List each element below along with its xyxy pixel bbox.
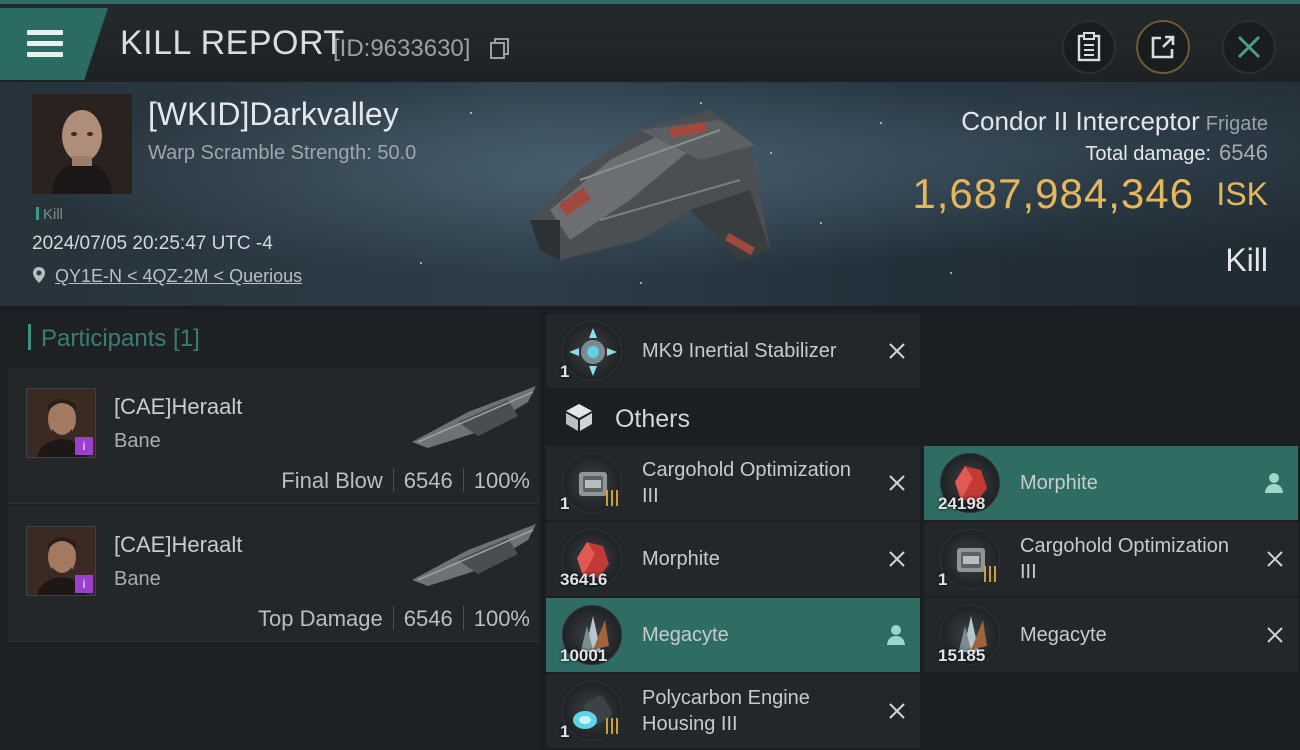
item-quantity: 10001 — [560, 646, 608, 665]
clipboard-button[interactable] — [1062, 20, 1116, 74]
dropped-person-icon — [1265, 473, 1283, 493]
participant-row[interactable]: i [CAE]Heraalt Bane Top Damage 6546 100% — [8, 506, 540, 642]
report-id: [ID:9633630] — [333, 35, 471, 62]
items-panel: 1 MK9 Inertial Stabilizer Others 1 Cargo… — [544, 310, 1300, 750]
item-quantity: 1 — [560, 494, 570, 513]
corp-badge: i — [75, 575, 93, 593]
destroyed-x-icon — [889, 703, 905, 719]
participant-ship-image — [412, 386, 536, 448]
item-quantity: 1 — [560, 722, 570, 741]
participants-panel: Participants [1] i [CAE]Heraalt Bane Fin… — [0, 310, 540, 750]
clipboard-icon — [1077, 32, 1101, 62]
participant-ship-image — [412, 524, 536, 586]
destroyed-x-icon — [889, 475, 905, 491]
item-quantity: 24198 — [938, 494, 986, 513]
warp-scramble-strength: Warp Scramble Strength: 50.0 — [148, 142, 417, 164]
share-button[interactable] — [1136, 20, 1190, 74]
participant-portrait[interactable]: i — [26, 388, 96, 458]
menu-icon — [27, 30, 63, 35]
participant-row[interactable]: i [CAE]Heraalt Bane Final Blow 6546 100% — [8, 368, 540, 504]
item-quantity: 1 — [560, 362, 570, 381]
participant-role: Final Blow — [281, 468, 383, 493]
item-name: Cargohold Optimization III — [1020, 535, 1229, 583]
kill-tag: Kill — [36, 206, 63, 223]
victim-banner: [WKID]Darkvalley Warp Scramble Strength:… — [0, 82, 1300, 306]
item-name: Morphite — [642, 548, 720, 570]
location-link[interactable]: QY1E-N < 4QZ-2M < Querious — [55, 266, 302, 286]
destroyed-x-icon — [1267, 551, 1283, 567]
item-quantity: 15185 — [938, 646, 986, 665]
item-row[interactable]: 24198 Morphite — [924, 446, 1298, 520]
participant-stats: Top Damage 6546 100% — [258, 606, 530, 632]
victim-ship[interactable]: Condor II Interceptor Frigate — [961, 106, 1268, 137]
item-quantity: 36416 — [560, 570, 608, 589]
corp-badge: i — [75, 437, 93, 455]
item-name: Morphite — [1020, 472, 1098, 494]
participant-damage: 6546 — [403, 606, 453, 631]
kill-result: Kill — [1225, 242, 1268, 278]
destroyed-x-icon — [889, 551, 905, 567]
item-row[interactable]: 1 Cargohold Optimization III — [924, 522, 1298, 596]
tier-3-icon — [984, 566, 996, 582]
kill-location[interactable]: QY1E-N < 4QZ-2M < Querious — [32, 266, 302, 287]
location-pin-icon — [33, 267, 45, 283]
participant-ship: Bane — [114, 568, 161, 590]
item-row[interactable]: 15185 Megacyte — [924, 598, 1298, 672]
others-section-header: Others — [564, 402, 690, 434]
participant-damage: 6546 — [403, 468, 453, 493]
victim-portrait[interactable] — [32, 94, 132, 194]
item-row[interactable]: 1 MK9 Inertial Stabilizer — [546, 314, 920, 388]
isk-value: 1,687,984,346 — [912, 170, 1194, 217]
inertial-stabilizer-icon — [562, 321, 622, 381]
item-name: Polycarbon Engine Housing III — [642, 687, 810, 735]
menu-button[interactable] — [0, 8, 108, 80]
top-bar: KILL REPORT [ID:9633630] — [0, 0, 1300, 82]
participant-percent: 100% — [473, 606, 530, 631]
cube-icon — [566, 404, 592, 431]
victim-name[interactable]: [WKID]Darkvalley — [148, 96, 399, 133]
pilot-avatar-icon — [32, 94, 132, 194]
participant-ship: Bane — [114, 430, 161, 452]
item-name: MK9 Inertial Stabilizer — [642, 340, 837, 362]
copy-icon[interactable] — [490, 38, 510, 60]
participant-portrait[interactable]: i — [26, 526, 96, 596]
participant-role: Top Damage — [258, 606, 383, 631]
item-row[interactable]: 1 Cargohold Optimization III — [546, 446, 920, 520]
participants-header: Participants [1] — [28, 324, 200, 353]
tier-3-icon — [606, 490, 618, 506]
item-quantity: 1 — [938, 570, 948, 589]
close-icon — [1237, 35, 1261, 59]
tier-3-icon — [606, 718, 618, 734]
participant-stats: Final Blow 6546 100% — [281, 468, 530, 494]
isk-unit: ISK — [1216, 176, 1268, 212]
item-row[interactable]: 36416 Morphite — [546, 522, 920, 596]
item-name: Cargohold Optimization III — [642, 459, 851, 507]
item-row[interactable]: 10001 Megacyte — [546, 598, 920, 672]
item-name: Megacyte — [642, 624, 729, 646]
victim-ship-image — [530, 110, 770, 260]
total-damage: Total damage: 6546 — [1085, 140, 1268, 165]
destroyed-x-icon — [889, 343, 905, 359]
destroyed-x-icon — [1267, 627, 1283, 643]
item-row[interactable]: 1 Polycarbon Engine Housing III — [546, 674, 920, 748]
participant-percent: 100% — [473, 468, 530, 493]
item-name: Megacyte — [1020, 624, 1107, 646]
dropped-person-icon — [887, 625, 905, 645]
page-title: KILL REPORT — [120, 24, 345, 62]
kill-timestamp: 2024/07/05 20:25:47 UTC -4 — [32, 233, 273, 254]
participant-name[interactable]: [CAE]Heraalt — [114, 532, 242, 558]
share-icon — [1151, 35, 1175, 59]
participant-name[interactable]: [CAE]Heraalt — [114, 394, 242, 420]
close-button[interactable] — [1222, 20, 1276, 74]
